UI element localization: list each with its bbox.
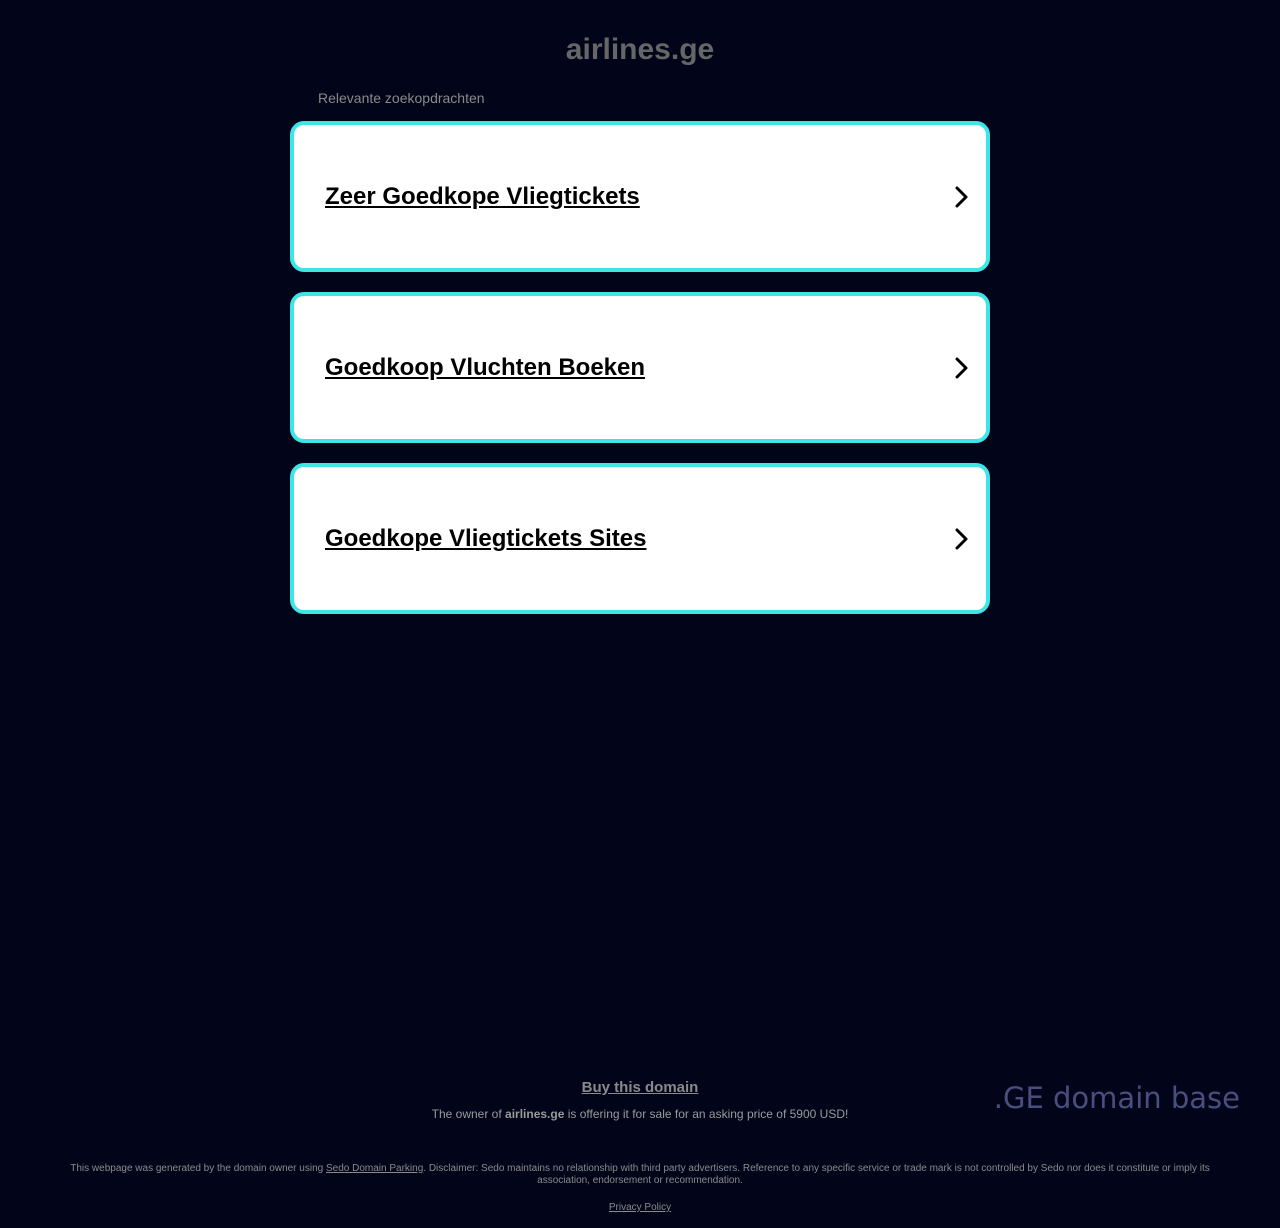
- sale-text-suffix: is offering it for sale for an asking pr…: [564, 1107, 849, 1121]
- search-link-label[interactable]: Zeer Goedkope Vliegtickets: [325, 182, 640, 212]
- sale-domain-name: airlines.ge: [505, 1107, 565, 1121]
- chevron-right-icon: [955, 528, 968, 550]
- disclaimer-text: This webpage was generated by the domain…: [60, 1163, 1220, 1187]
- search-link-label[interactable]: Goedkope Vliegtickets Sites: [325, 524, 646, 554]
- sedo-parking-link[interactable]: Sedo Domain Parking: [326, 1163, 423, 1174]
- page-title: airlines.ge: [565, 33, 715, 66]
- privacy-policy-link[interactable]: Privacy Policy: [0, 1201, 1280, 1214]
- search-link-card[interactable]: Goedkope Vliegtickets Sites: [290, 463, 990, 614]
- related-searches-label: Relevante zoekopdrachten: [318, 90, 485, 106]
- chevron-right-icon: [955, 357, 968, 379]
- search-link-label[interactable]: Goedkoop Vluchten Boeken: [325, 353, 645, 383]
- search-link-card[interactable]: Zeer Goedkope Vliegtickets: [290, 121, 990, 272]
- ge-domain-base-logo[interactable]: .GE domain base: [994, 1080, 1240, 1116]
- chevron-right-icon: [955, 186, 968, 208]
- search-link-card[interactable]: Goedkoop Vluchten Boeken: [290, 292, 990, 443]
- parking-page: airlines.ge Relevante zoekopdrachten Zee…: [0, 0, 1280, 1228]
- disclaimer-prefix: This webpage was generated by the domain…: [70, 1163, 326, 1174]
- sale-text-prefix: The owner of: [431, 1107, 506, 1121]
- disclaimer-suffix: . Disclaimer: Sedo maintains no relation…: [423, 1163, 1210, 1186]
